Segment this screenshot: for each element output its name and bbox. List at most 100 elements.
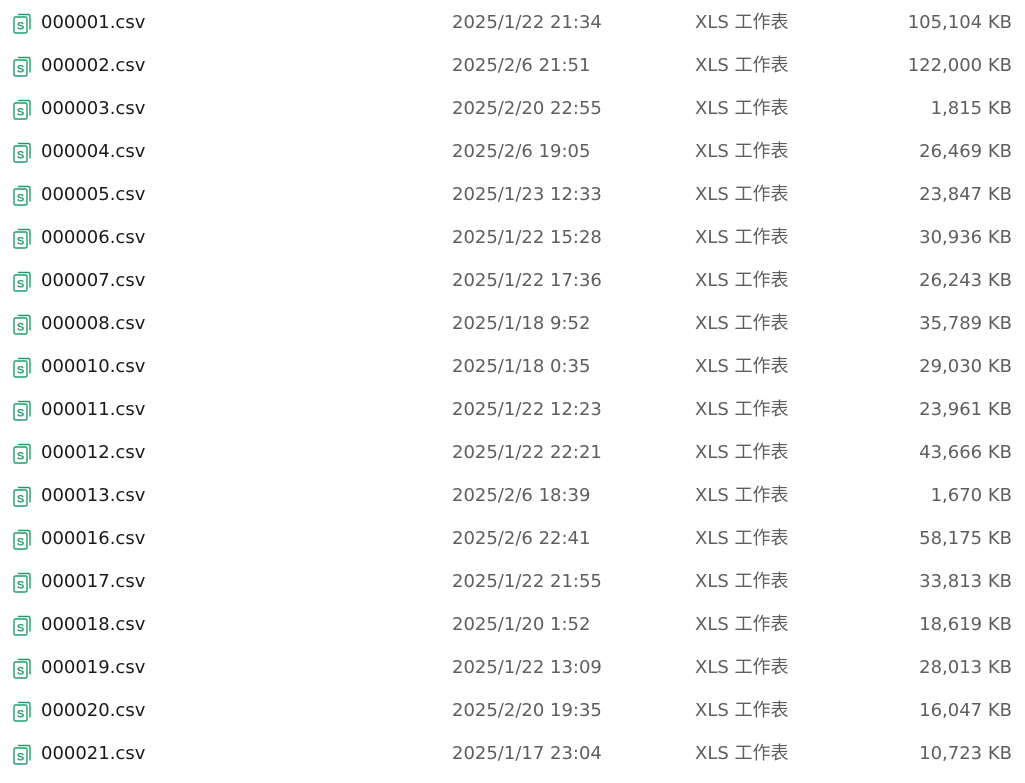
file-row[interactable]: S 000007.csv 2025/1/22 17:36 XLS 工作表 26,…	[0, 267, 1025, 310]
spreadsheet-icon: S	[11, 615, 33, 637]
spreadsheet-icon: S	[11, 572, 33, 594]
file-row[interactable]: S 000001.csv 2025/1/22 21:34 XLS 工作表 105…	[0, 9, 1025, 52]
file-name: 000010.csv	[41, 356, 146, 377]
file-name: 000002.csv	[41, 55, 146, 76]
file-name: 000017.csv	[41, 571, 146, 592]
svg-text:S: S	[17, 21, 24, 33]
file-size: 35,789 KB	[919, 313, 1012, 334]
file-type: XLS 工作表	[695, 270, 789, 291]
file-type: XLS 工作表	[695, 98, 789, 119]
file-type: XLS 工作表	[695, 313, 789, 334]
file-type: XLS 工作表	[695, 700, 789, 721]
spreadsheet-icon: S	[11, 744, 33, 766]
file-type: XLS 工作表	[695, 571, 789, 592]
file-modified-date: 2025/1/18 9:52	[452, 313, 591, 334]
svg-text:S: S	[17, 623, 24, 635]
file-size: 122,000 KB	[907, 55, 1012, 76]
file-modified-date: 2025/1/22 22:21	[452, 442, 602, 463]
file-size: 29,030 KB	[919, 356, 1012, 377]
file-modified-date: 2025/2/6 19:05	[452, 141, 591, 162]
file-size: 18,619 KB	[919, 614, 1012, 635]
file-type: XLS 工作表	[695, 227, 789, 248]
svg-text:S: S	[17, 322, 24, 334]
svg-text:S: S	[17, 494, 24, 506]
file-size: 23,961 KB	[919, 399, 1012, 420]
file-modified-date: 2025/2/6 21:51	[452, 55, 591, 76]
file-row[interactable]: S 000016.csv 2025/2/6 22:41 XLS 工作表 58,1…	[0, 525, 1025, 568]
file-size: 30,936 KB	[919, 227, 1012, 248]
file-name: 000011.csv	[41, 399, 146, 420]
file-name: 000020.csv	[41, 700, 146, 721]
spreadsheet-icon: S	[11, 529, 33, 551]
file-row[interactable]: S 000020.csv 2025/2/20 19:35 XLS 工作表 16,…	[0, 697, 1025, 740]
svg-text:S: S	[17, 236, 24, 248]
file-name: 000018.csv	[41, 614, 146, 635]
spreadsheet-icon: S	[11, 658, 33, 680]
svg-text:S: S	[17, 709, 24, 721]
svg-text:S: S	[17, 365, 24, 377]
file-size: 10,723 KB	[919, 743, 1012, 764]
file-modified-date: 2025/1/22 21:34	[452, 12, 602, 33]
spreadsheet-icon: S	[11, 486, 33, 508]
file-type: XLS 工作表	[695, 399, 789, 420]
svg-text:S: S	[17, 451, 24, 463]
file-type: XLS 工作表	[695, 485, 789, 506]
spreadsheet-icon: S	[11, 314, 33, 336]
svg-text:S: S	[17, 279, 24, 291]
svg-text:S: S	[17, 580, 24, 592]
file-name: 000008.csv	[41, 313, 146, 334]
svg-text:S: S	[17, 752, 24, 764]
file-name: 000006.csv	[41, 227, 146, 248]
file-row[interactable]: S 000013.csv 2025/2/6 18:39 XLS 工作表 1,67…	[0, 482, 1025, 525]
file-size: 1,815 KB	[930, 98, 1012, 119]
file-name: 000001.csv	[41, 12, 146, 33]
file-row[interactable]: S 000012.csv 2025/1/22 22:21 XLS 工作表 43,…	[0, 439, 1025, 482]
file-list: S 000001.csv 2025/1/22 21:34 XLS 工作表 105…	[0, 0, 1025, 778]
file-modified-date: 2025/2/20 22:55	[452, 98, 602, 119]
file-type: XLS 工作表	[695, 55, 789, 76]
file-row[interactable]: S 000017.csv 2025/1/22 21:55 XLS 工作表 33,…	[0, 568, 1025, 611]
file-modified-date: 2025/1/17 23:04	[452, 743, 602, 764]
spreadsheet-icon: S	[11, 142, 33, 164]
svg-text:S: S	[17, 408, 24, 420]
svg-text:S: S	[17, 107, 24, 119]
file-name: 000003.csv	[41, 98, 146, 119]
file-row[interactable]: S 000002.csv 2025/2/6 21:51 XLS 工作表 122,…	[0, 52, 1025, 95]
svg-text:S: S	[17, 537, 24, 549]
file-row[interactable]: S 000010.csv 2025/1/18 0:35 XLS 工作表 29,0…	[0, 353, 1025, 396]
file-size: 105,104 KB	[907, 12, 1012, 33]
file-row[interactable]: S 000011.csv 2025/1/22 12:23 XLS 工作表 23,…	[0, 396, 1025, 439]
svg-text:S: S	[17, 193, 24, 205]
file-row[interactable]: S 000006.csv 2025/1/22 15:28 XLS 工作表 30,…	[0, 224, 1025, 267]
spreadsheet-icon: S	[11, 185, 33, 207]
file-size: 28,013 KB	[919, 657, 1012, 678]
file-modified-date: 2025/1/20 1:52	[452, 614, 591, 635]
file-row[interactable]: S 000005.csv 2025/1/23 12:33 XLS 工作表 23,…	[0, 181, 1025, 224]
file-name: 000016.csv	[41, 528, 146, 549]
file-type: XLS 工作表	[695, 657, 789, 678]
file-size: 26,469 KB	[919, 141, 1012, 162]
file-name: 000019.csv	[41, 657, 146, 678]
svg-text:S: S	[17, 150, 24, 162]
file-row[interactable]: S 000003.csv 2025/2/20 22:55 XLS 工作表 1,8…	[0, 95, 1025, 138]
file-type: XLS 工作表	[695, 442, 789, 463]
file-type: XLS 工作表	[695, 141, 789, 162]
file-name: 000021.csv	[41, 743, 146, 764]
file-type: XLS 工作表	[695, 528, 789, 549]
file-name: 000013.csv	[41, 485, 146, 506]
spreadsheet-icon: S	[11, 99, 33, 121]
file-modified-date: 2025/1/22 21:55	[452, 571, 602, 592]
file-row[interactable]: S 000004.csv 2025/2/6 19:05 XLS 工作表 26,4…	[0, 138, 1025, 181]
file-modified-date: 2025/1/22 15:28	[452, 227, 602, 248]
file-name: 000012.csv	[41, 442, 146, 463]
file-modified-date: 2025/1/22 17:36	[452, 270, 602, 291]
spreadsheet-icon: S	[11, 271, 33, 293]
file-name: 000007.csv	[41, 270, 146, 291]
file-modified-date: 2025/2/6 22:41	[452, 528, 591, 549]
file-row[interactable]: S 000008.csv 2025/1/18 9:52 XLS 工作表 35,7…	[0, 310, 1025, 353]
file-row[interactable]: S 000021.csv 2025/1/17 23:04 XLS 工作表 10,…	[0, 740, 1025, 783]
file-type: XLS 工作表	[695, 614, 789, 635]
file-row[interactable]: S 000018.csv 2025/1/20 1:52 XLS 工作表 18,6…	[0, 611, 1025, 654]
file-row[interactable]: S 000019.csv 2025/1/22 13:09 XLS 工作表 28,…	[0, 654, 1025, 697]
file-modified-date: 2025/1/22 12:23	[452, 399, 602, 420]
